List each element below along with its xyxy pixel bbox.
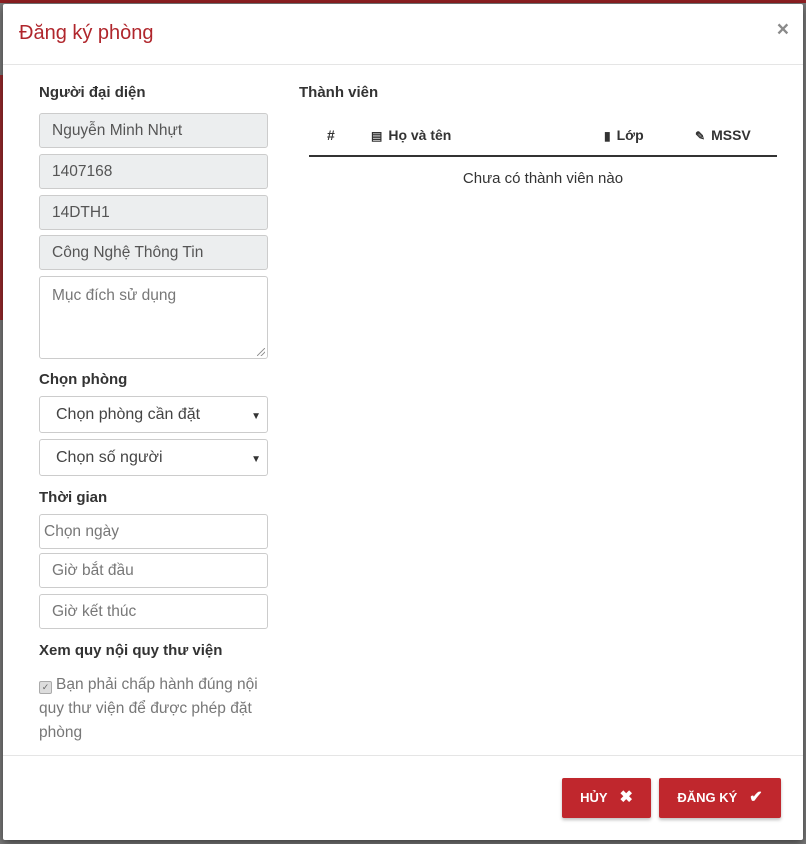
- rules-label[interactable]: Xem quy nội quy thư viện: [39, 642, 222, 659]
- modal-title: Đăng ký phòng: [19, 22, 154, 44]
- name-field: Nguyễn Minh Nhựt: [39, 113, 268, 148]
- close-icon[interactable]: ×: [777, 18, 789, 42]
- date-placeholder: Chọn ngày: [44, 523, 119, 540]
- column-student-id-label: MSSV: [711, 127, 751, 143]
- class-field: 14DTH1: [39, 195, 268, 230]
- close-icon: ✖: [619, 789, 633, 806]
- caret-down-icon: ▼: [251, 411, 261, 422]
- student-id-field: 1407168: [39, 154, 268, 189]
- column-number-label: #: [327, 127, 335, 143]
- resize-handle-icon[interactable]: [257, 348, 265, 356]
- room-select[interactable]: Chọn phòng cần đặt ▼: [39, 396, 268, 433]
- purpose-textarea[interactable]: Mục đích sử dụng: [39, 276, 268, 359]
- modal-footer: HỦY ✖ ĐĂNG KÝ ✔: [3, 755, 803, 841]
- cancel-label: HỦY: [580, 790, 608, 805]
- people-select-value: Chọn số người: [56, 449, 163, 466]
- end-time-placeholder: Giờ kết thúc: [52, 603, 137, 620]
- cancel-button[interactable]: HỦY ✖: [562, 778, 651, 818]
- form-column: Người đại diện Nguyễn Minh Nhựt 1407168 …: [39, 84, 268, 741]
- column-class: ▮ Lớp: [604, 127, 644, 143]
- members-column: Thành viên # ▤ Họ và tên ▮ Lớp ✎ MSSV Chưa …: [299, 84, 777, 187]
- purpose-placeholder: Mục đích sử dụng: [52, 287, 177, 304]
- room-select-value: Chọn phòng cần đặt: [56, 406, 201, 423]
- column-student-id: ✎ MSSV: [695, 127, 751, 143]
- door-icon: ▮: [604, 129, 611, 143]
- members-table-header: # ▤ Họ và tên ▮ Lớp ✎ MSSV: [309, 127, 777, 157]
- representative-label: Người đại diện: [39, 84, 146, 101]
- column-class-label: Lớp: [616, 127, 644, 143]
- column-number: #: [327, 127, 335, 143]
- column-fullname: ▤ Họ và tên: [371, 127, 451, 143]
- rules-agreement: ✓ Bạn phải chấp hành đúng nội quy thư việ…: [39, 673, 268, 745]
- choose-room-label: Chọn phòng: [39, 371, 128, 388]
- start-time-input[interactable]: Giờ bắt đầu: [39, 553, 268, 588]
- check-icon: ✔: [749, 789, 763, 806]
- submit-button[interactable]: ĐĂNG KÝ ✔: [659, 778, 781, 818]
- end-time-input[interactable]: Giờ kết thúc: [39, 594, 268, 629]
- start-time-placeholder: Giờ bắt đầu: [52, 562, 134, 579]
- date-input[interactable]: Chọn ngày: [39, 514, 268, 549]
- paperclip-icon: ✎: [695, 129, 706, 143]
- people-select[interactable]: Chọn số người ▼: [39, 439, 268, 476]
- modal-header: Đăng ký phòng ×: [3, 4, 803, 65]
- submit-label: ĐĂNG KÝ: [677, 790, 738, 805]
- faculty-field: Công Nghệ Thông Tin: [39, 235, 268, 270]
- backdrop-header: [0, 0, 806, 3]
- time-label: Thời gian: [39, 489, 108, 506]
- id-card-icon: ▤: [371, 129, 383, 143]
- members-title: Thành viên: [299, 84, 379, 101]
- caret-down-icon: ▼: [251, 454, 261, 465]
- register-room-modal: Đăng ký phòng × Người đại diện Nguyễn Mi…: [3, 4, 803, 840]
- rules-checkbox[interactable]: ✓: [39, 681, 52, 694]
- members-empty-message: Chưa có thành viên nào: [462, 170, 624, 187]
- column-fullname-label: Họ và tên: [388, 127, 452, 143]
- rules-agreement-text: Bạn phải chấp hành đúng nội quy thư viện…: [39, 676, 258, 741]
